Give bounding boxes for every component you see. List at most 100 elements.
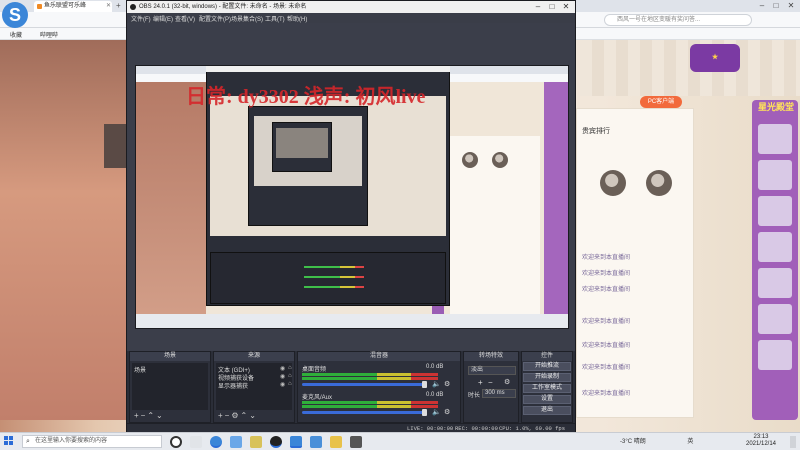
settings-button[interactable]: 设置 xyxy=(523,395,571,404)
close-icon[interactable]: ✕ xyxy=(785,1,797,10)
gift-card[interactable] xyxy=(758,340,792,370)
gear-icon[interactable]: ⚙ xyxy=(444,408,450,416)
transitions-title: 转场特效 xyxy=(464,352,518,361)
gift-card[interactable] xyxy=(758,160,792,190)
avatar[interactable] xyxy=(600,170,626,196)
pc-client-button[interactable]: PC客户端 xyxy=(640,96,682,108)
nested-preview-deep xyxy=(276,128,328,158)
nested-obs-title xyxy=(206,66,450,72)
app-icon[interactable] xyxy=(330,436,342,448)
duration-label: 时长 xyxy=(468,393,481,399)
browser-search-input[interactable]: 西风一号在地区变暖有奖问答... xyxy=(604,14,752,26)
menu-tools[interactable]: 工具(T) xyxy=(265,14,285,23)
exit-button[interactable]: 退出 xyxy=(523,406,571,415)
desktop-icon[interactable] xyxy=(190,436,202,448)
maximize-icon[interactable]: □ xyxy=(545,1,559,13)
menu-file[interactable]: 文件(F) xyxy=(131,14,151,23)
audio-meter xyxy=(302,401,438,404)
scene-item[interactable]: 场景 xyxy=(134,365,146,374)
menu-help[interactable]: 帮助(H) xyxy=(287,14,307,23)
gift-card[interactable] xyxy=(758,196,792,226)
duration-input[interactable]: 300 ms xyxy=(482,389,516,398)
menu-profile[interactable]: 配置文件(P) xyxy=(199,14,231,23)
add-icon[interactable]: + xyxy=(218,411,225,420)
track-db: 0.0 dB xyxy=(426,364,444,370)
sources-dock: 来源 文本 (GDI+) 视频捕获设备 显示器捕获 ◉ ⌂ ◉ ⌂ ◉ ⌂ +−… xyxy=(213,351,295,423)
volume-slider-knob[interactable] xyxy=(422,381,427,388)
new-tab-icon[interactable]: + xyxy=(116,1,121,10)
add-icon[interactable]: + xyxy=(478,378,483,387)
move-down-icon[interactable]: ⌄ xyxy=(249,411,258,420)
taskbar-search-input[interactable]: 在这里输入你要搜索的内容 xyxy=(22,435,162,448)
browser-app-icon[interactable] xyxy=(210,436,222,448)
lock-icon[interactable]: ⌂ xyxy=(288,365,292,371)
language-indicator[interactable]: 英 xyxy=(687,439,693,445)
lock-icon[interactable]: ⌂ xyxy=(288,381,292,387)
sources-title: 来源 xyxy=(214,352,294,361)
start-icon[interactable] xyxy=(4,436,14,446)
speaker-icon[interactable]: 🔈 xyxy=(432,380,441,388)
gift-card[interactable] xyxy=(758,268,792,298)
live-timer: LIVE: 00:00:00 xyxy=(407,425,454,432)
app-icon[interactable] xyxy=(230,436,242,448)
minimize-icon[interactable]: – xyxy=(531,1,545,13)
close-icon[interactable]: ✕ xyxy=(559,1,573,13)
move-down-icon[interactable]: ⌄ xyxy=(156,411,165,420)
eye-icon[interactable]: ◉ xyxy=(280,381,285,388)
studio-mode-button[interactable]: 工作室模式 xyxy=(523,384,571,393)
minimize-icon[interactable]: – xyxy=(756,1,768,10)
eye-icon[interactable]: ◉ xyxy=(280,373,285,380)
menu-scene-collection[interactable]: 场景集合(S) xyxy=(231,14,263,23)
notification-icon[interactable] xyxy=(790,436,796,448)
volume-slider-knob[interactable] xyxy=(422,409,427,416)
start-streaming-button[interactable]: 开始推流 xyxy=(523,362,571,371)
track-name: 桌面音频 xyxy=(302,367,327,373)
obs-title-bar: OBS 24.0.1 (32-bit, windows) - 配置文件: 未命名… xyxy=(127,1,575,13)
menu-view[interactable]: 查看(V) xyxy=(175,14,195,23)
obs-app-icon[interactable] xyxy=(270,436,282,448)
close-tab-icon[interactable]: ✕ xyxy=(106,2,111,9)
weather-text[interactable]: -3°C 晴朗 xyxy=(620,439,646,445)
speaker-icon[interactable]: 🔈 xyxy=(432,408,441,416)
eye-icon[interactable]: ◉ xyxy=(280,365,285,372)
browser-tab[interactable]: 鱼乐联盟可乐峰 xyxy=(34,1,112,12)
gift-card[interactable] xyxy=(758,232,792,262)
track-db: 0.0 dB xyxy=(426,392,444,398)
volume-slider[interactable] xyxy=(302,383,426,386)
avatar[interactable] xyxy=(646,170,672,196)
menu-edit[interactable]: 编辑(E) xyxy=(153,14,173,23)
app-icon[interactable] xyxy=(350,436,362,448)
volume-slider[interactable] xyxy=(302,411,426,414)
folder-icon[interactable] xyxy=(250,436,262,448)
gear-icon[interactable]: ⚙ xyxy=(231,411,240,420)
transition-select[interactable]: 淡出 xyxy=(468,366,516,375)
add-icon[interactable]: + xyxy=(134,411,141,420)
source-item[interactable]: 显示器捕获 xyxy=(218,381,248,390)
gift-card[interactable] xyxy=(758,304,792,334)
bookmark-item[interactable]: 哔哩哔 xyxy=(40,30,58,39)
maximize-icon[interactable]: □ xyxy=(770,1,782,10)
gift-card[interactable] xyxy=(758,124,792,154)
gear-icon[interactable]: ⚙ xyxy=(504,378,510,386)
move-up-icon[interactable]: ⌃ xyxy=(147,411,156,420)
nested-right-sidebar xyxy=(544,82,568,328)
task-view-icon[interactable] xyxy=(170,436,182,448)
system-tray: -3°C 晴朗 英 xyxy=(620,436,693,445)
remove-icon[interactable]: − xyxy=(488,378,493,387)
app-icon[interactable] xyxy=(310,436,322,448)
app-icon[interactable] xyxy=(290,436,302,448)
lock-icon[interactable]: ⌂ xyxy=(288,373,292,379)
gear-icon[interactable]: ⚙ xyxy=(444,380,450,388)
scenes-title: 场景 xyxy=(130,352,210,361)
start-recording-button[interactable]: 开始录制 xyxy=(523,373,571,382)
move-up-icon[interactable]: ⌃ xyxy=(241,411,250,420)
clock-date: 2021/12/14 xyxy=(745,441,777,447)
chat-panel xyxy=(576,108,694,418)
chat-line: 欢迎来到本直播间 xyxy=(582,271,631,277)
preview-canvas[interactable]: 日常: dy3302 浅声: 初风live xyxy=(135,65,569,329)
taskbar-clock[interactable]: 23:13 2021/12/14 xyxy=(736,434,786,448)
chat-line: 欢迎来到本直播间 xyxy=(582,391,631,397)
chat-line: 欢迎来到本直播间 xyxy=(582,343,631,349)
bookmark-item[interactable]: 收藏 xyxy=(10,30,22,39)
scenes-dock: 场景 场景 +−⌃⌄ xyxy=(129,351,211,423)
